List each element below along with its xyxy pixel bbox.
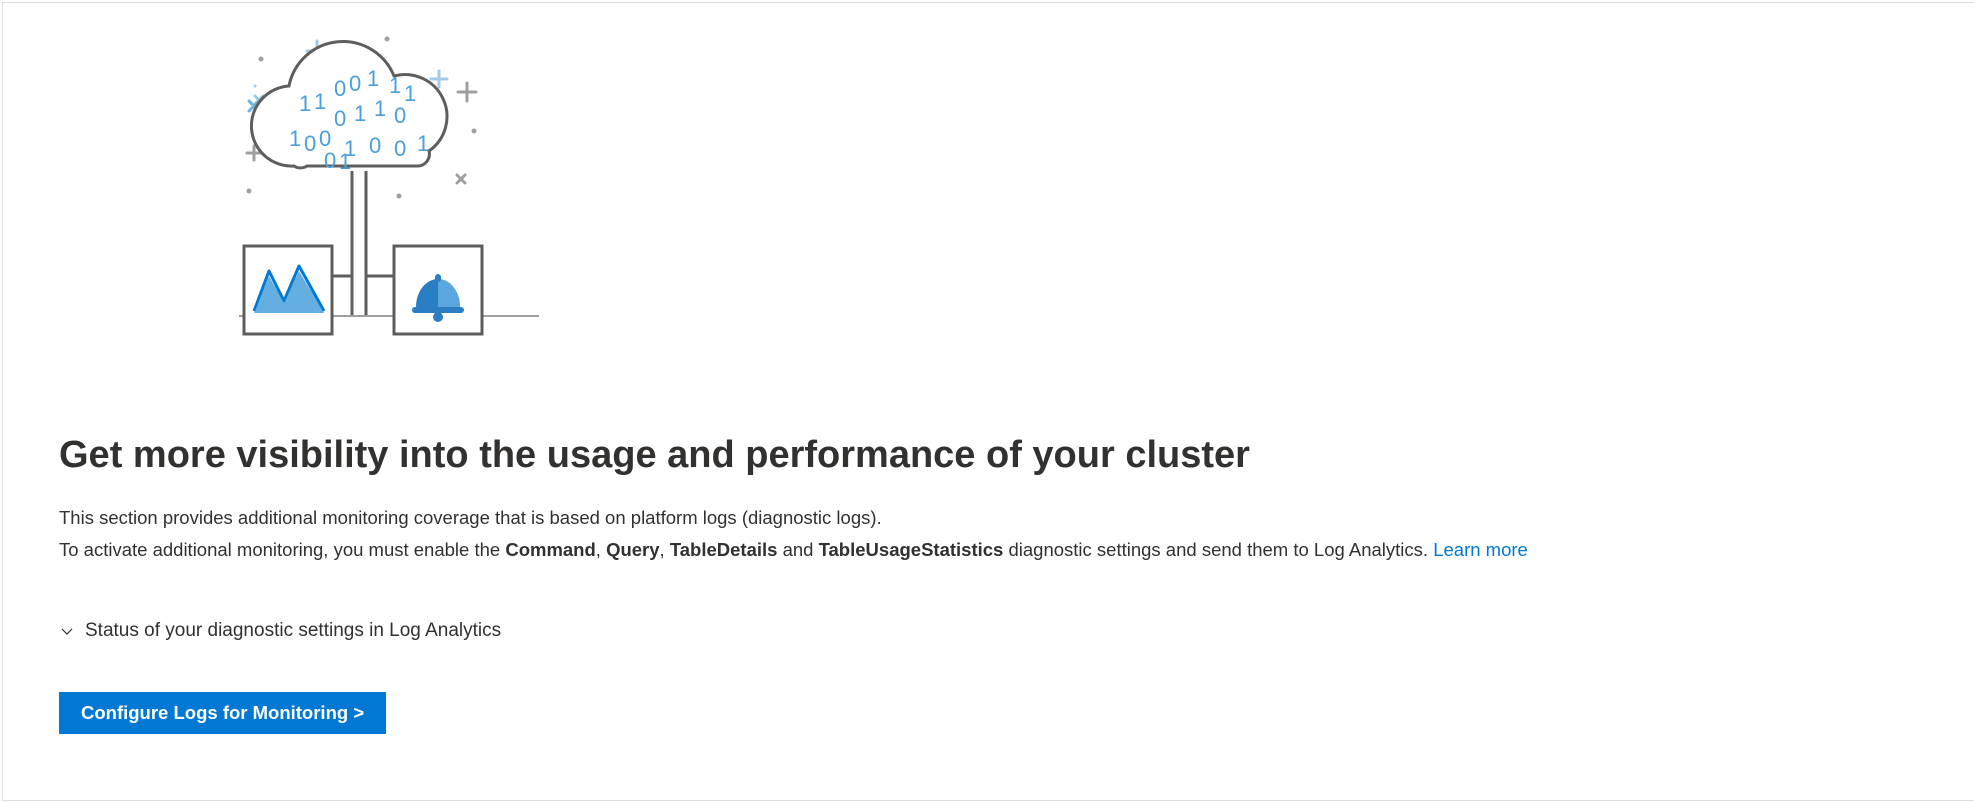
- svg-text:0: 0: [304, 131, 316, 156]
- desc-bold-query: Query: [606, 539, 659, 560]
- svg-text:1: 1: [374, 96, 386, 121]
- svg-text:0: 0: [324, 148, 336, 173]
- svg-text:0: 0: [334, 76, 346, 101]
- description-line-2: To activate additional monitoring, you m…: [59, 536, 1919, 564]
- svg-text:1: 1: [299, 91, 311, 116]
- page-title: Get more visibility into the usage and p…: [59, 431, 1919, 480]
- description-line-1: This section provides additional monitor…: [59, 504, 1919, 532]
- svg-text:1: 1: [314, 89, 326, 114]
- svg-text:0: 0: [394, 103, 406, 128]
- expander-label: Status of your diagnostic settings in Lo…: [85, 620, 501, 642]
- svg-text:1: 1: [367, 66, 379, 91]
- cloud-insights-illustration: 1 1 0 0 1 1 1 0 1 1 0 1 0 0 1 0 0 1 0 1: [239, 31, 639, 391]
- insights-card: 1 1 0 0 1 1 1 0 1 1 0 1 0 0 1 0 0 1 0 1: [2, 2, 1974, 801]
- learn-more-link[interactable]: Learn more: [1433, 539, 1528, 560]
- desc-text: To activate additional monitoring, you m…: [59, 539, 505, 560]
- desc-bold-tableusagestats: TableUsageStatistics: [819, 539, 1004, 560]
- desc-bold-command: Command: [505, 539, 595, 560]
- desc-text: diagnostic settings and send them to Log…: [1003, 539, 1433, 560]
- svg-text:1: 1: [389, 73, 401, 98]
- svg-text:0: 0: [394, 136, 406, 161]
- configure-logs-button[interactable]: Configure Logs for Monitoring >: [59, 692, 386, 734]
- svg-text:0: 0: [334, 106, 346, 131]
- svg-text:1: 1: [289, 126, 301, 151]
- svg-text:0: 0: [349, 71, 361, 96]
- desc-sep: ,: [596, 539, 606, 560]
- desc-sep: ,: [660, 539, 670, 560]
- svg-text:0: 0: [369, 133, 381, 158]
- desc-bold-tabledetails: TableDetails: [670, 539, 778, 560]
- svg-text:1: 1: [354, 101, 366, 126]
- diagnostic-status-expander[interactable]: Status of your diagnostic settings in Lo…: [59, 620, 1919, 642]
- chevron-down-icon: [59, 623, 75, 639]
- desc-sep: and: [777, 539, 818, 560]
- svg-text:1: 1: [339, 149, 351, 174]
- svg-text:1: 1: [417, 131, 429, 156]
